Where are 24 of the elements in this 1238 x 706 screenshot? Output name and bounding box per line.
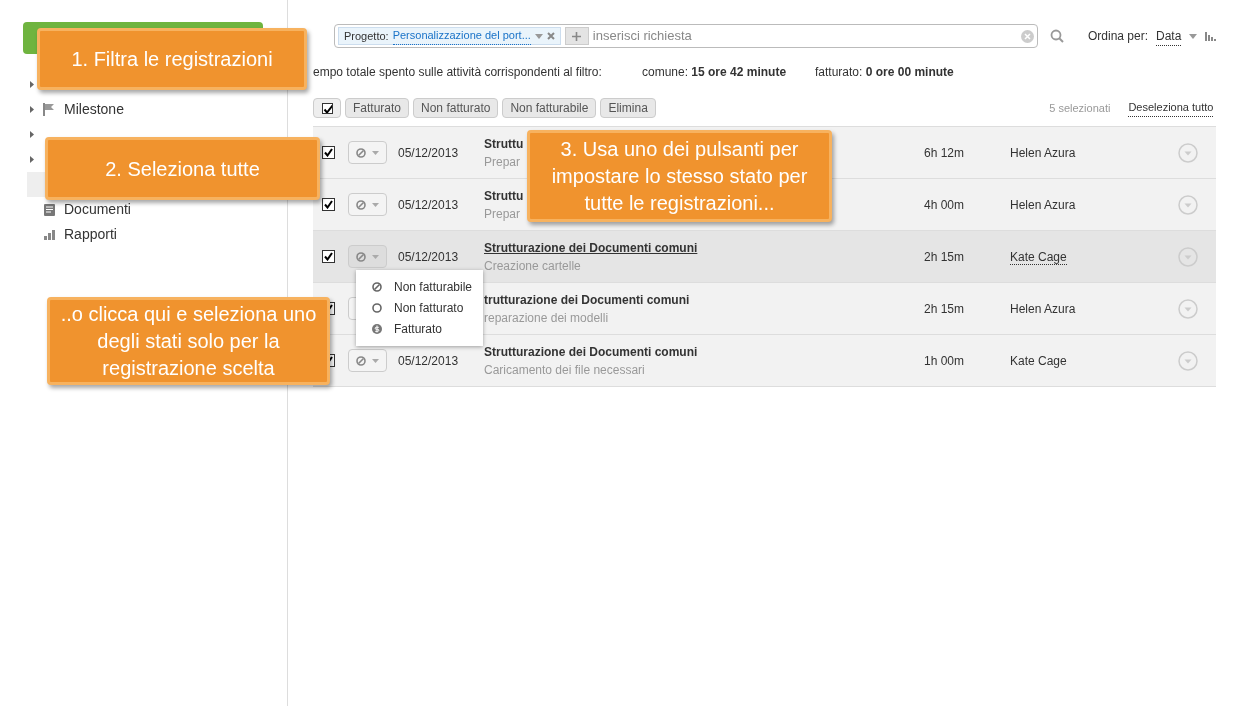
common-time: comune: 15 ore 42 minute	[642, 64, 788, 81]
duration: 6h 12m	[924, 144, 966, 162]
callout-tooltip: ..o clicca qui e seleziona uno degli stati solo per la registrazione scelta	[47, 297, 330, 385]
task-subtitle: Creazione cartelle	[484, 257, 581, 275]
selected-count: 5 selezionati	[1049, 100, 1111, 116]
duration: 4h 00m	[924, 196, 966, 214]
chip-label: Progetto:	[344, 28, 389, 44]
total-time-label: empo totale spento sulle attività corrispondenti al filtro:	[313, 64, 603, 81]
callout-tooltip: 2. Seleziona tutte	[45, 137, 320, 200]
billed-time: fatturato: 0 ore 00 minute	[815, 64, 954, 81]
sort-label: Ordina per:	[1088, 28, 1149, 45]
duration: 2h 15m	[924, 300, 966, 318]
duration: 1h 00m	[924, 352, 966, 370]
task-subtitle: Prepar	[484, 153, 521, 171]
entry-date: 05/12/2013	[398, 249, 459, 264]
task-subtitle: Caricamento dei file necessari	[484, 361, 645, 379]
callout-tooltip: 1. Filtra le registrazioni	[37, 28, 307, 90]
entry-date: 05/12/2013	[398, 353, 459, 368]
task-subtitle: reparazione dei modelli	[484, 309, 609, 327]
duration: 2h 15m	[924, 248, 966, 266]
entry-date: 05/12/2013	[398, 197, 459, 212]
entry-date: 05/12/2013	[398, 145, 459, 160]
callout-tooltip: 3. Usa uno dei pulsanti per impostare lo stesso stato per tutte le registrazioni...	[527, 130, 832, 222]
task-subtitle: Prepar	[484, 205, 521, 223]
